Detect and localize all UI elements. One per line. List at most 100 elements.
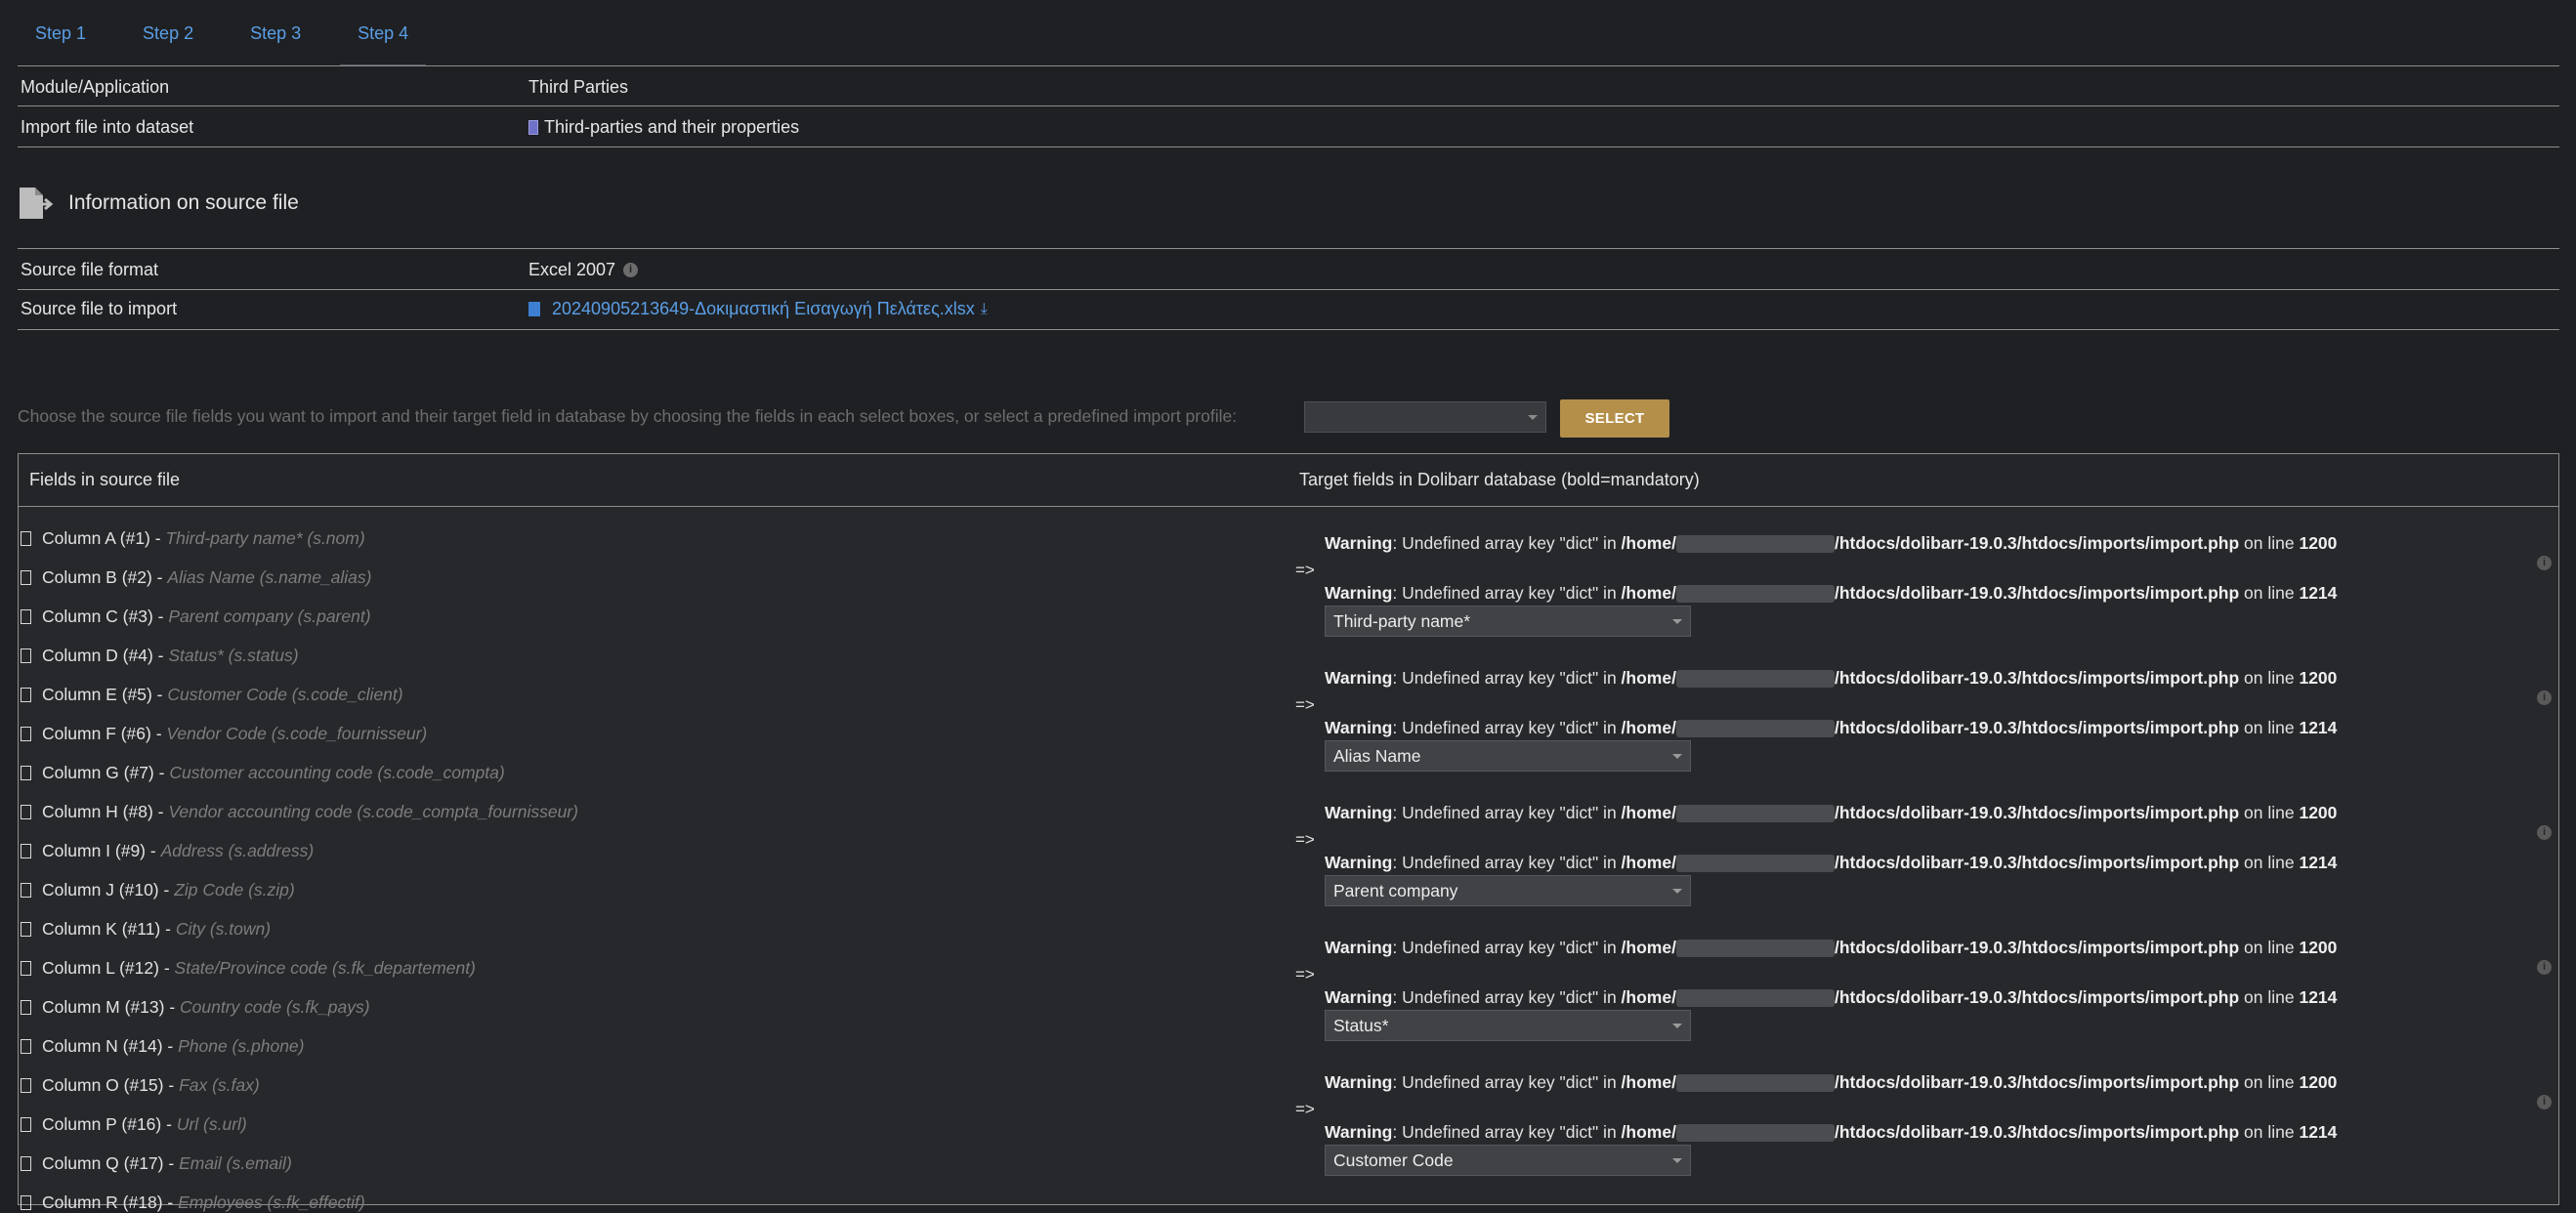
warning-line: 1200 <box>2299 1072 2338 1092</box>
warning-line: 1200 <box>2299 803 2338 822</box>
warning-message: Warning: Undefined array key "dict" in /… <box>1325 987 2337 1008</box>
warning-label: Warning <box>1325 1122 1393 1142</box>
chevron-down-icon <box>1672 1024 1682 1028</box>
dataset-value: Third-parties and their properties <box>528 117 799 138</box>
info-icon[interactable]: i <box>2537 825 2552 840</box>
chevron-down-icon <box>1672 1158 1682 1163</box>
document-icon <box>21 570 31 585</box>
column-name: Column Q (#17) - <box>42 1153 175 1173</box>
column-name: Column D (#4) - <box>42 646 164 665</box>
list-item[interactable]: Column A (#1) - Third-party name* (s.nom… <box>21 528 365 549</box>
list-item[interactable]: Column F (#6) - Vendor Code (s.code_four… <box>21 724 427 744</box>
download-icon[interactable]: ⤓ <box>981 301 988 318</box>
target-field-select[interactable]: Status* <box>1325 1010 1691 1041</box>
column-name: Column J (#10) - <box>42 880 170 899</box>
warning-label: Warning <box>1325 668 1393 688</box>
target-field-value: Third-party name* <box>1333 611 1471 631</box>
list-item[interactable]: Column M (#13) - Country code (s.fk_pays… <box>21 997 370 1018</box>
warning-path-end: /htdocs/dolibarr-19.0.3/htdocs/imports/i… <box>1834 938 2240 957</box>
redacted-path <box>1675 989 1835 1008</box>
list-item[interactable]: Column D (#4) - Status* (s.status) <box>21 646 299 666</box>
source-file-link[interactable]: 20240905213649-Δοκιμαστική Εισαγωγή Πελά… <box>552 299 975 319</box>
divider <box>18 329 2559 330</box>
module-label: Module/Application <box>21 77 170 97</box>
tab-step-4[interactable]: Step 4 <box>340 0 427 66</box>
list-item[interactable]: Column H (#8) - Vendor accounting code (… <box>21 802 578 822</box>
info-icon[interactable]: i <box>2537 960 2552 975</box>
warning-label: Warning <box>1325 1072 1393 1092</box>
target-field-select[interactable]: Customer Code <box>1325 1145 1691 1176</box>
chevron-down-icon <box>1672 619 1682 624</box>
warning-text: : Undefined array key "dict" in <box>1392 803 1622 822</box>
document-icon <box>21 727 31 741</box>
column-name: Column H (#8) - <box>42 802 164 821</box>
info-icon[interactable]: i <box>2537 556 2552 570</box>
warning-path-end: /htdocs/dolibarr-19.0.3/htdocs/imports/i… <box>1834 668 2240 688</box>
warning-path-end: /htdocs/dolibarr-19.0.3/htdocs/imports/i… <box>1834 1072 2240 1092</box>
column-description: Vendor accounting code (s.code_compta_fo… <box>168 802 578 821</box>
target-field-value: Customer Code <box>1333 1150 1454 1170</box>
document-icon <box>21 1078 31 1093</box>
list-item[interactable]: Column B (#2) - Alias Name (s.name_alias… <box>21 567 372 588</box>
column-description: Parent company (s.parent) <box>168 606 371 626</box>
column-description: Third-party name* (s.nom) <box>165 528 365 548</box>
table-header: Fields in source file Target fields in D… <box>19 454 2558 507</box>
list-item[interactable]: Column O (#15) - Fax (s.fax) <box>21 1075 260 1096</box>
redacted-path <box>1675 805 1835 823</box>
list-item[interactable]: Column L (#12) - State/Province code (s.… <box>21 958 476 979</box>
target-field-select[interactable]: Parent company <box>1325 875 1691 906</box>
list-item[interactable]: Column E (#5) - Customer Code (s.code_cl… <box>21 685 403 705</box>
column-description: Email (s.email) <box>179 1153 292 1173</box>
target-field-value: Alias Name <box>1333 746 1421 766</box>
import-profile-select[interactable] <box>1304 401 1546 433</box>
info-icon[interactable]: i <box>2537 690 2552 705</box>
divider <box>18 146 2559 147</box>
column-name: Column E (#5) - <box>42 685 163 704</box>
warning-path-end: /htdocs/dolibarr-19.0.3/htdocs/imports/i… <box>1834 533 2240 553</box>
list-item[interactable]: Column P (#16) - Url (s.url) <box>21 1114 247 1135</box>
warning-on-line: on line <box>2239 803 2300 822</box>
target-field-select[interactable]: Third-party name* <box>1325 606 1691 637</box>
warning-message: Warning: Undefined array key "dict" in /… <box>1325 803 2337 823</box>
info-icon[interactable]: i <box>2537 1095 2552 1109</box>
tab-step-3[interactable]: Step 3 <box>232 0 318 64</box>
document-icon <box>21 1195 31 1210</box>
warning-message: Warning: Undefined array key "dict" in /… <box>1325 853 2337 873</box>
document-icon <box>21 961 31 976</box>
list-item[interactable]: Column N (#14) - Phone (s.phone) <box>21 1036 305 1057</box>
list-item[interactable]: Column I (#9) - Address (s.address) <box>21 841 314 861</box>
list-item[interactable]: Column Q (#17) - Email (s.email) <box>21 1153 292 1174</box>
mapping-arrow: => <box>1295 830 1315 849</box>
document-icon <box>21 609 31 624</box>
warning-path-start: /home/ <box>1621 583 1676 603</box>
warning-line: 1214 <box>2299 853 2338 872</box>
info-icon[interactable]: i <box>623 263 639 277</box>
list-item[interactable]: Column C (#3) - Parent company (s.parent… <box>21 606 371 627</box>
warning-message: Warning: Undefined array key "dict" in /… <box>1325 668 2337 689</box>
redacted-path <box>1675 1074 1835 1093</box>
tab-step-1[interactable]: Step 1 <box>18 0 104 64</box>
mapping-arrow: => <box>1295 695 1315 714</box>
warning-on-line: on line <box>2239 1072 2300 1092</box>
warning-path-end: /htdocs/dolibarr-19.0.3/htdocs/imports/i… <box>1834 718 2240 737</box>
list-item[interactable]: Column R (#18) - Employees (s.fk_effecti… <box>21 1192 365 1213</box>
list-item[interactable]: Column J (#10) - Zip Code (s.zip) <box>21 880 295 900</box>
tab-step-2[interactable]: Step 2 <box>125 0 211 64</box>
warning-message: Warning: Undefined array key "dict" in /… <box>1325 938 2337 958</box>
header-target-fields: Target fields in Dolibarr database (bold… <box>1299 470 1700 489</box>
document-icon <box>21 648 31 663</box>
document-icon <box>21 1156 31 1171</box>
column-description: Country code (s.fk_pays) <box>180 997 370 1017</box>
warning-label: Warning <box>1325 803 1393 822</box>
column-description: City (s.town) <box>175 919 272 939</box>
column-description: Address (s.address) <box>160 841 315 860</box>
redacted-path <box>1675 940 1835 958</box>
warning-line: 1200 <box>2299 938 2338 957</box>
list-item[interactable]: Column K (#11) - City (s.town) <box>21 919 271 940</box>
divider <box>18 289 2559 290</box>
select-profile-button[interactable]: SELECT <box>1560 399 1669 438</box>
list-item[interactable]: Column G (#7) - Customer accounting code… <box>21 763 505 783</box>
warning-text: : Undefined array key "dict" in <box>1392 987 1622 1007</box>
target-field-select[interactable]: Alias Name <box>1325 740 1691 772</box>
warning-text: : Undefined array key "dict" in <box>1392 938 1622 957</box>
